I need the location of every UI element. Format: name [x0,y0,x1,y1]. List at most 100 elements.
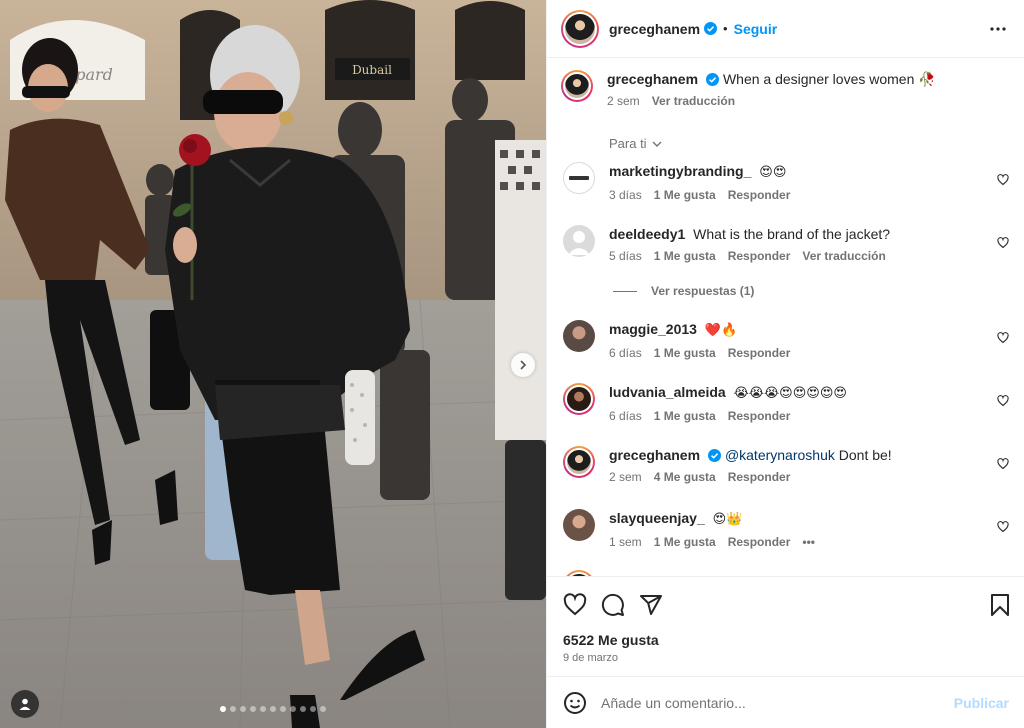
chevron-down-icon [652,141,662,147]
reply-button[interactable]: Responder [728,409,791,423]
comment-likes[interactable]: 1 Me gusta [654,409,716,423]
carousel-dot [300,706,306,712]
commenter-username[interactable]: greceghanem [609,447,700,463]
heart-icon[interactable] [997,174,1009,186]
verified-badge-icon [704,22,718,35]
comment-options-button[interactable]: ••• [802,535,815,549]
comments-list[interactable]: greceghanem When a designer loves women … [547,58,1024,576]
comment-likes[interactable]: 1 Me gusta [654,188,716,202]
carousel-dot [280,706,286,712]
sort-label: Para ti [609,136,647,151]
comment-text: ❤️🔥 [704,323,738,338]
comment-likes[interactable]: 4 Me gusta [654,470,716,484]
follow-button[interactable]: Seguir [734,21,778,37]
carousel-dot [230,706,236,712]
reply-button[interactable]: Responder [728,188,791,202]
commenter-username[interactable]: slayqueenjay_ [609,510,705,526]
post-photo[interactable]: Chopard Dubail [0,0,546,728]
commenter-username[interactable]: maggie_2013 [609,321,697,337]
comment-mention[interactable]: @katerynaroshuk [725,447,835,463]
comment-item: deeldeedy1 What is the brand of the jack… [561,225,1021,263]
commenter-username[interactable]: marketingybranding_ [609,163,751,179]
carousel-next-button[interactable] [511,353,535,377]
carousel-dot [260,706,266,712]
comment-likes[interactable]: 1 Me gusta [654,249,716,263]
like-count[interactable]: 6522 Me gusta [563,632,659,648]
carousel-dot [220,706,226,712]
comment-time: 3 días [609,188,642,202]
post-caption: greceghanem When a designer loves women … [561,70,936,108]
carousel-dot [270,706,276,712]
comment-item: greceghanem @katerynaroshuk Dont be! 2 s… [561,446,1021,484]
emoji-icon[interactable] [563,691,587,715]
carousel-dot [290,706,296,712]
comment-time: 5 días [609,249,642,263]
comment-time: 6 días [609,409,642,423]
svg-text:Dubail: Dubail [352,63,392,77]
commenter-avatar[interactable] [563,446,595,478]
heart-icon[interactable] [997,395,1009,407]
commenter-username[interactable]: deeldeedy1 [609,226,685,242]
add-comment-bar: Publicar [547,676,1024,728]
heart-icon[interactable] [563,593,587,617]
comment-likes[interactable]: 1 Me gusta [654,535,716,549]
reply-button[interactable]: Responder [728,535,791,549]
commenter-avatar[interactable] [563,509,595,541]
carousel-dot [320,706,326,712]
reply-button[interactable]: Responder [728,346,791,360]
comment-text: 😍👑 [712,512,743,527]
heart-icon[interactable] [997,332,1009,344]
caption-time: 2 sem [607,94,640,108]
view-replies-button[interactable]: Ver respuestas (1) [613,284,754,298]
commenter-avatar[interactable] [563,383,595,415]
share-icon[interactable] [639,593,663,617]
carousel-dot [240,706,246,712]
commenter-avatar[interactable] [563,225,595,257]
reply-button[interactable]: Responder [728,249,791,263]
chevron-right-icon [520,360,527,370]
bookmark-icon[interactable] [989,593,1011,617]
comment-text: 😭😭😭😍😍😍😍😍 [733,386,847,401]
comment-text: What is the brand of the jacket? [693,226,891,242]
post-details-panel: greceghanem • Seguir greceghanem When a … [546,0,1024,728]
comment-time: 2 sem [609,470,642,484]
reply-button[interactable]: Responder [728,470,791,484]
carousel-dot [250,706,256,712]
author-username[interactable]: greceghanem [607,71,698,87]
comment-item: maggie_2013 ❤️🔥 6 días 1 Me gusta Respon… [561,320,1021,360]
commenter-avatar[interactable] [563,320,595,352]
comment-text: Dont be! [838,447,892,463]
post-actions: 6522 Me gusta 9 de marzo [547,576,1024,676]
commenter-username[interactable]: ludvania_almeida [609,384,726,400]
see-translation-link[interactable]: Ver traducción [802,249,885,263]
comment-item: ludvania_almeida 😭😭😭😍😍😍😍😍 6 días 1 Me gu… [561,383,1021,423]
more-options-icon[interactable] [989,20,1007,38]
author-username[interactable]: greceghanem [609,21,700,37]
comment-text: 😍😍 [759,165,787,180]
see-translation-link[interactable]: Ver traducción [652,94,735,108]
commenter-avatar[interactable] [563,162,595,194]
author-avatar[interactable] [561,70,593,102]
view-replies-label: Ver respuestas (1) [651,284,755,298]
street-photo-illustration: Chopard Dubail [0,0,546,728]
post-header: greceghanem • Seguir [547,0,1024,58]
heart-icon[interactable] [997,521,1009,533]
author-avatar[interactable] [561,9,599,48]
verified-badge-icon [708,449,722,462]
publish-button[interactable]: Publicar [954,695,1009,711]
comment-time: 1 sem [609,535,642,549]
comments-sort-dropdown[interactable]: Para ti [609,136,663,151]
verified-badge-icon [706,73,720,86]
comment-item: marketingybranding_ 😍😍 3 días 1 Me gusta… [561,162,1021,202]
comment-icon[interactable] [601,593,625,617]
carousel-indicator [0,706,546,712]
tagged-users-button[interactable] [11,690,39,718]
comment-likes[interactable]: 1 Me gusta [654,346,716,360]
post-date: 9 de marzo [563,652,619,664]
default-avatar-icon [568,231,590,255]
separator: • [723,21,728,36]
heart-icon[interactable] [997,237,1009,249]
comment-time: 6 días [609,346,642,360]
heart-icon[interactable] [997,458,1009,470]
add-comment-input[interactable] [601,694,954,711]
